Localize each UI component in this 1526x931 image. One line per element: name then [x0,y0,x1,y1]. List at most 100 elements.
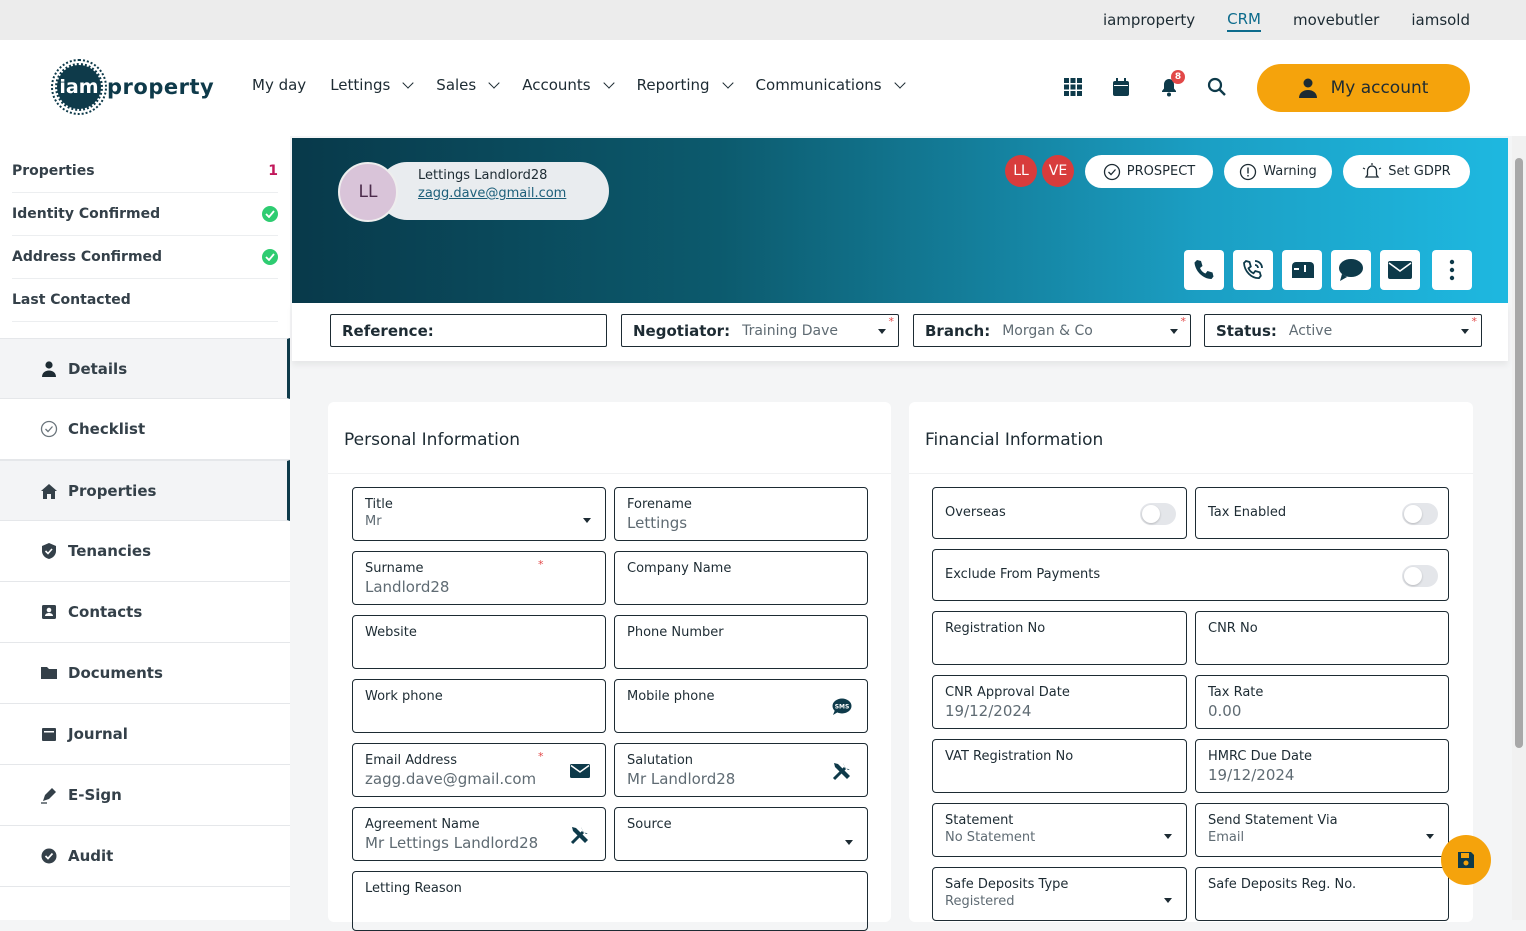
send-statement-via-select[interactable]: Send Statement Via Email [1195,803,1449,857]
email-button[interactable] [1380,250,1420,290]
overseas-toggle-field: Overseas [932,487,1187,539]
branch-select[interactable]: Branch: Morgan & Co * [913,314,1191,347]
prospect-chip[interactable]: PROSPECT [1085,155,1213,188]
calendar-icon[interactable] [1110,76,1132,98]
tools-icon[interactable] [569,824,591,846]
main-nav: My day Lettings Sales Accounts Reporting… [252,76,906,94]
set-gdpr-chip[interactable]: Set GDPR [1343,155,1470,188]
more-options-button[interactable] [1432,250,1472,290]
check-circle-outline-icon [1103,163,1120,180]
kebab-menu-icon [1449,259,1455,281]
email-address-field[interactable]: Email Address zagg.dave@gmail.com * [352,743,606,797]
sidebar-item-esign[interactable]: E-Sign [0,765,290,826]
sms-icon[interactable]: SMS [831,696,853,718]
status-label: Status: [1216,321,1277,340]
website-field[interactable]: Website [352,615,606,669]
envelope-icon[interactable] [569,760,591,782]
exclude-payments-toggle[interactable] [1402,565,1438,587]
overseas-toggle[interactable] [1140,503,1176,525]
registration-no-field[interactable]: Registration No [932,611,1187,665]
letting-reason-field[interactable]: Letting Reason [352,871,868,931]
summary-identity-confirmed: Identity Confirmed [12,193,278,236]
phone-ring-icon [1243,259,1263,279]
dropdown-arrow-icon [1461,329,1469,334]
nav-communications[interactable]: Communications [756,76,906,94]
summary-label: Address Confirmed [12,249,163,265]
forename-field[interactable]: Forename Lettings [614,487,868,541]
call-log-button[interactable] [1233,250,1273,290]
exclude-payments-toggle-field: Exclude From Payments [932,549,1449,601]
phone-number-field[interactable]: Phone Number [614,615,868,669]
vat-registration-no-field[interactable]: VAT Registration No [932,739,1187,793]
hmrc-due-date-field[interactable]: HMRC Due Date 19/12/2024 [1195,739,1449,793]
profile-email-link[interactable]: zagg.dave@gmail.com [418,186,566,201]
site-link-iamproperty[interactable]: iamproperty [1103,9,1195,31]
prospect-label: PROSPECT [1126,164,1196,179]
sidebar-item-details[interactable]: Details [0,338,290,399]
status-select[interactable]: Status: Active * [1204,314,1482,347]
home-icon [40,482,58,500]
user-avatar-ll[interactable]: LL [1005,155,1037,187]
required-marker: * [1471,315,1478,328]
surname-field[interactable]: Surname Landlord28 * [352,551,606,605]
field-label: Mobile phone [627,689,715,704]
apps-grid-icon[interactable] [1062,76,1084,98]
cnr-approval-date-field[interactable]: CNR Approval Date 19/12/2024 [932,675,1187,729]
agreement-name-field[interactable]: Agreement Name Mr Lettings Landlord28 [352,807,606,861]
nav-my-day[interactable]: My day [252,76,306,94]
site-link-crm[interactable]: CRM [1227,8,1261,32]
search-icon[interactable] [1206,76,1228,98]
statement-select[interactable]: Statement No Statement [932,803,1187,857]
user-avatar-ve[interactable]: VE [1042,155,1074,187]
call-button[interactable] [1184,250,1224,290]
source-select[interactable]: Source [614,807,868,861]
profile-name: Lettings Landlord28 [418,168,548,183]
summary-address-confirmed: Address Confirmed [12,236,278,279]
sidebar-item-tenancies[interactable]: Tenancies [0,521,290,582]
mobile-phone-field[interactable]: Mobile phone SMS [614,679,868,733]
journal-icon [40,725,58,743]
sidebar-item-documents[interactable]: Documents [0,643,290,704]
logo[interactable]: iam property [51,59,214,115]
sidebar-item-label: Documents [68,664,163,682]
sidebar-item-properties[interactable]: Properties [0,460,290,521]
title-select[interactable]: Title Mr [352,487,606,541]
sidebar-item-contacts[interactable]: Contacts [0,582,290,643]
nav-accounts[interactable]: Accounts [522,76,615,94]
tools-icon[interactable] [831,760,853,782]
negotiator-select[interactable]: Negotiator: Training Dave * [621,314,899,347]
scrollbar-thumb[interactable] [1515,158,1523,748]
safe-deposits-type-select[interactable]: Safe Deposits Type Registered [932,867,1187,921]
nav-reporting[interactable]: Reporting [637,76,734,94]
sidebar-item-audit[interactable]: Audit [0,826,290,887]
sidebar-item-checklist[interactable]: Checklist [0,399,290,460]
page-scrollbar[interactable] [1512,136,1526,920]
chevron-down-icon [402,77,414,89]
site-link-iamsold[interactable]: iamsold [1411,9,1470,31]
save-button[interactable] [1441,835,1491,885]
nav-lettings[interactable]: Lettings [330,76,414,94]
field-value: Email [1208,830,1245,845]
my-account-button[interactable]: My account [1257,64,1470,112]
warning-chip[interactable]: Warning [1224,155,1332,188]
sidebar-item-label: Contacts [68,603,143,621]
safe-deposits-reg-no-field[interactable]: Safe Deposits Reg. No. [1195,867,1449,921]
tax-rate-field[interactable]: Tax Rate 0.00 [1195,675,1449,729]
field-label: Email Address [365,753,457,768]
work-phone-field[interactable]: Work phone [352,679,606,733]
sidebar-item-journal[interactable]: Journal [0,704,290,765]
company-name-field[interactable]: Company Name [614,551,868,605]
pen-icon [40,786,58,804]
nav-sales[interactable]: Sales [436,76,500,94]
reference-field[interactable]: Reference: [330,314,607,347]
cnr-no-field[interactable]: CNR No [1195,611,1449,665]
tax-enabled-toggle[interactable] [1402,503,1438,525]
salutation-field[interactable]: Salutation Mr Landlord28 [614,743,868,797]
field-label: Tax Rate [1208,685,1264,700]
message-button[interactable] [1331,250,1371,290]
bell-icon[interactable]: 8 [1158,70,1185,98]
chat-bubble-icon [1339,259,1363,281]
field-value: Landlord28 [365,578,450,596]
site-link-movebutler[interactable]: movebutler [1293,9,1379,31]
letter-button[interactable] [1282,250,1322,290]
